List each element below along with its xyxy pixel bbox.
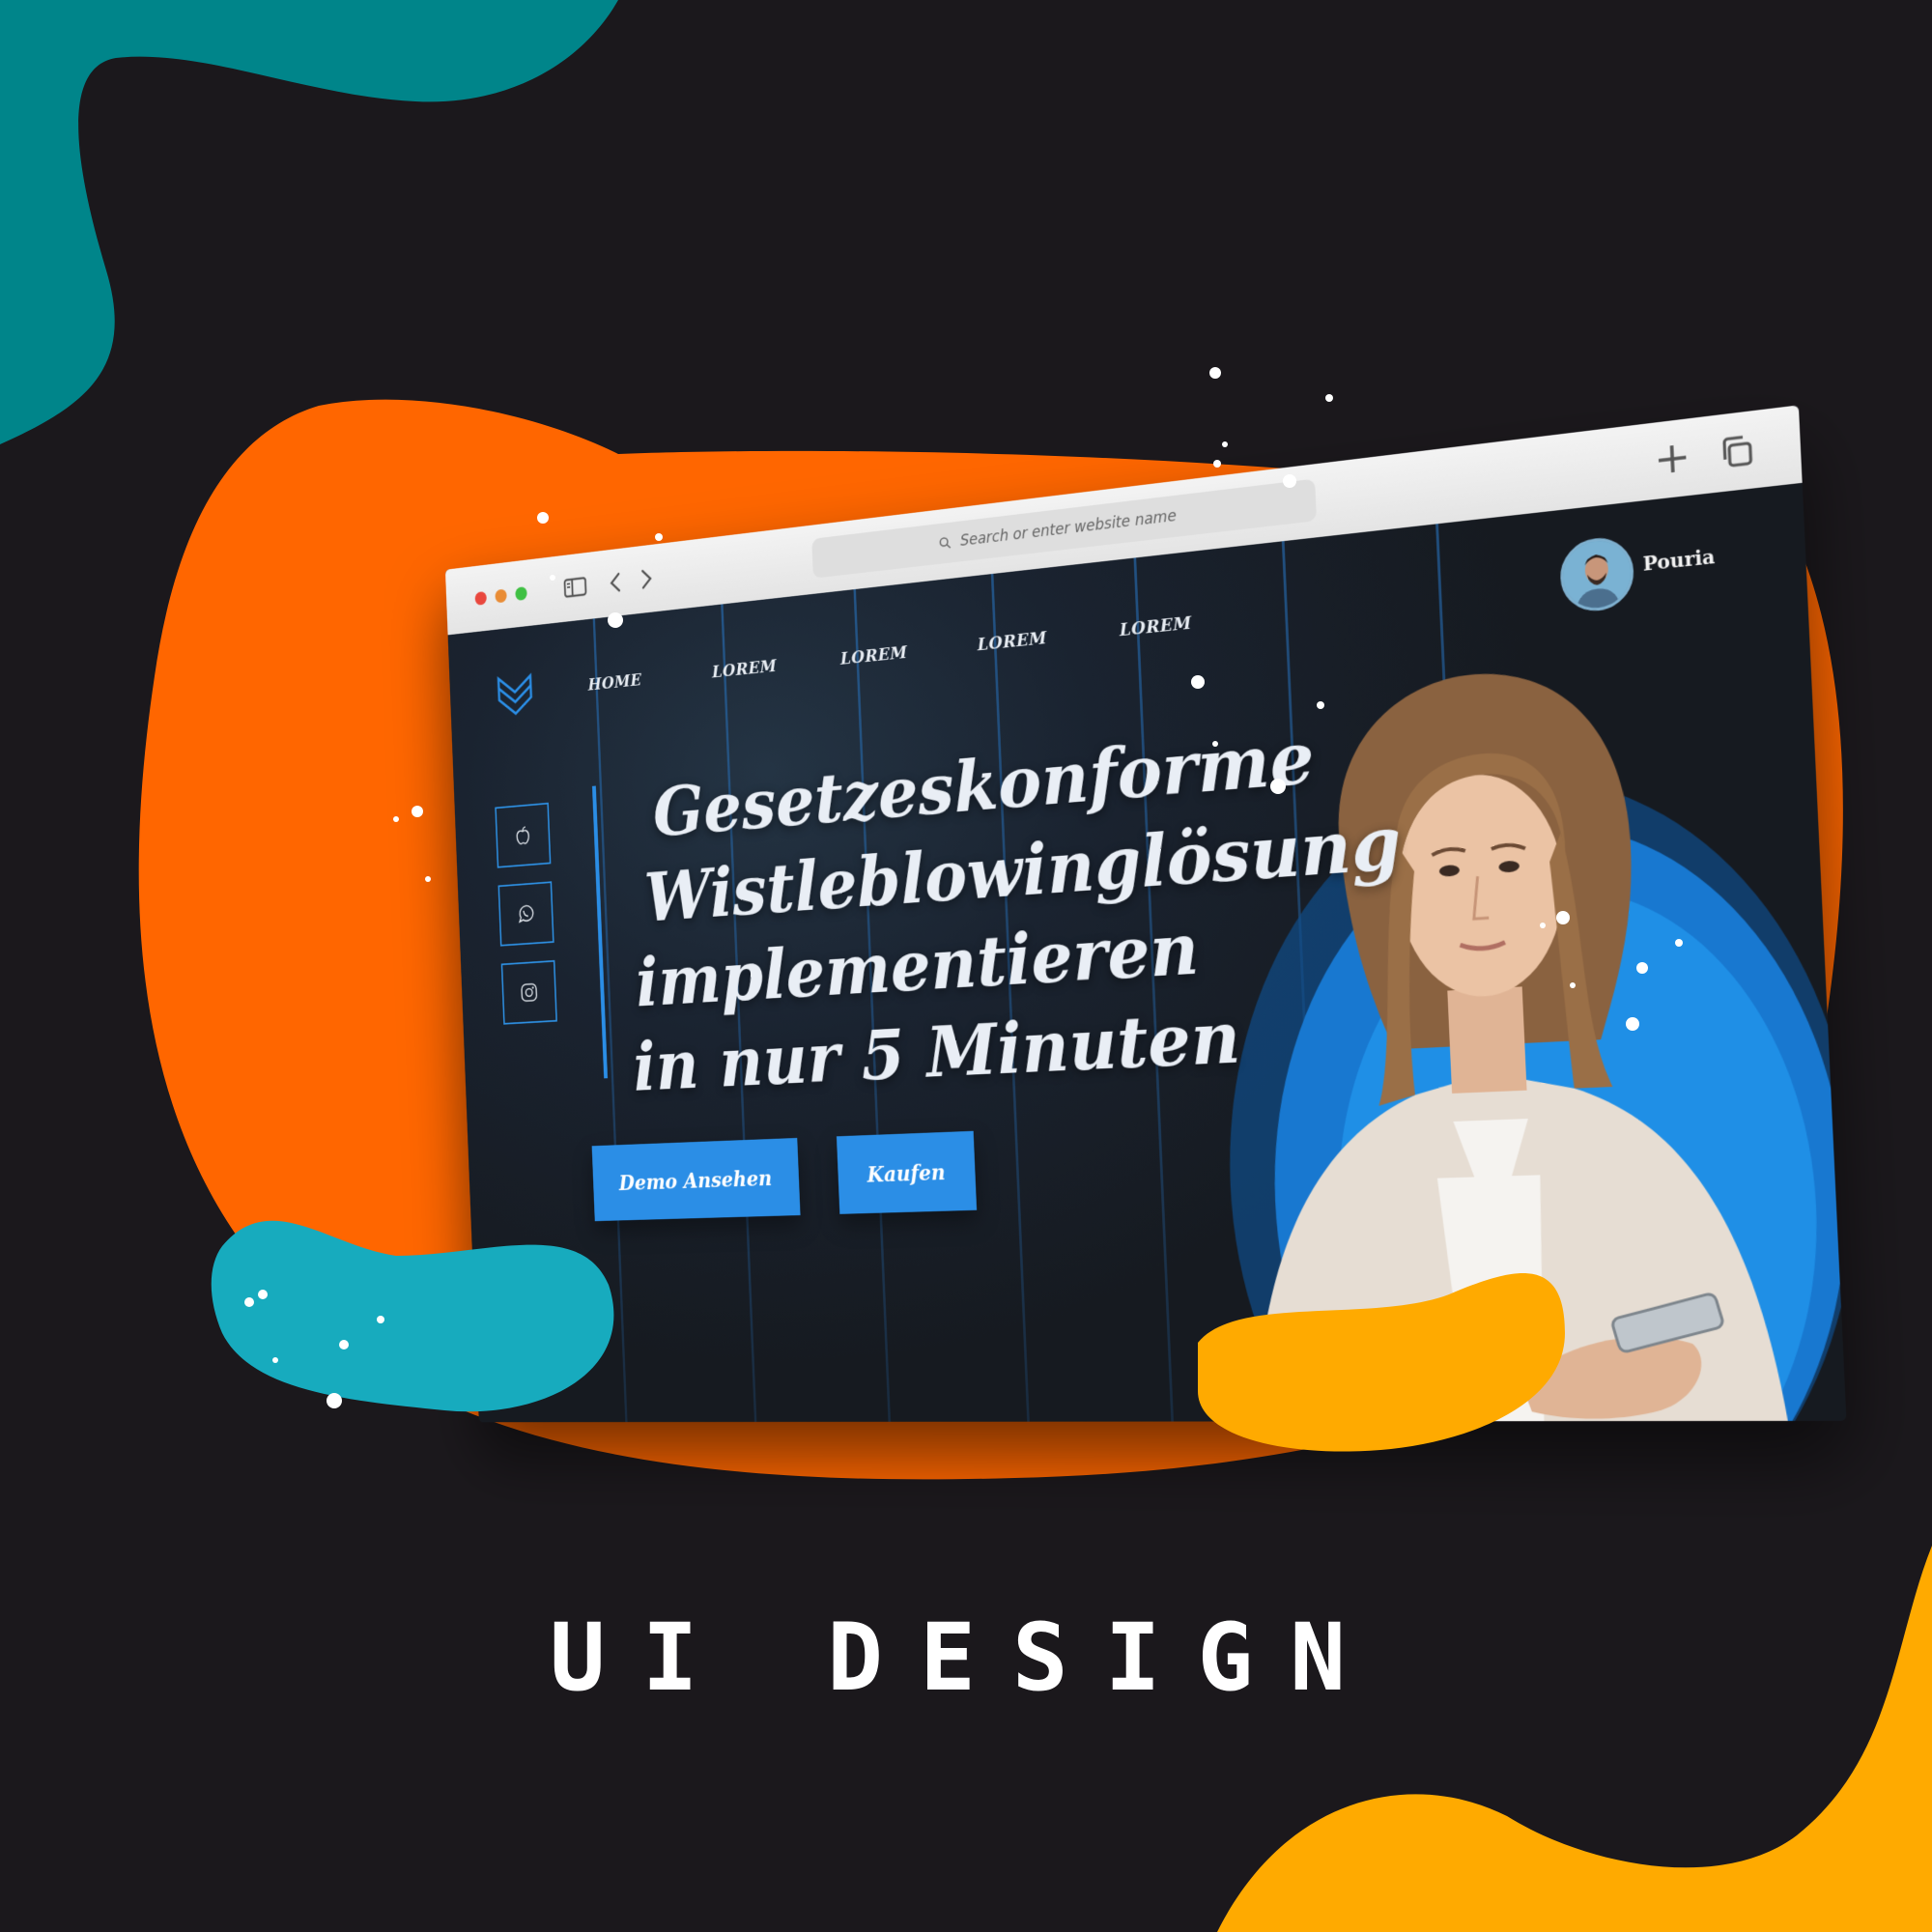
apple-icon <box>512 823 533 848</box>
nav-lorem-3[interactable]: LOREM <box>977 628 1047 654</box>
search-icon <box>939 535 952 551</box>
maximize-window-button[interactable] <box>515 586 527 601</box>
demo-button[interactable]: Demo Ansehen <box>592 1138 801 1221</box>
teal-blob <box>0 0 618 444</box>
whatsapp-link[interactable] <box>498 881 554 946</box>
whatsapp-icon <box>515 901 536 925</box>
buy-button[interactable]: Kaufen <box>837 1131 977 1214</box>
user-name[interactable]: Pouria <box>1642 545 1716 576</box>
nav-lorem-2[interactable]: LOREM <box>840 642 908 668</box>
instagram-link[interactable] <box>501 960 557 1025</box>
user-portrait-icon <box>1562 538 1633 611</box>
hero-headline: Gesetzeskonforme Wistleblowinglösung imp… <box>621 708 1378 1110</box>
sidebar-icon[interactable] <box>561 571 589 604</box>
forward-chevron-icon[interactable] <box>632 562 660 596</box>
back-chevron-icon[interactable] <box>602 566 630 599</box>
minimize-window-button[interactable] <box>495 588 506 603</box>
tabs-overview-icon[interactable] <box>1715 429 1758 474</box>
browser-window: Search or enter website name HOME LOREM … <box>445 405 1847 1422</box>
apple-link[interactable] <box>495 803 551 868</box>
nav-lorem-4[interactable]: LOREM <box>1120 613 1192 640</box>
nav-lorem-1[interactable]: LOREM <box>712 657 778 682</box>
close-window-button[interactable] <box>475 591 487 606</box>
instagram-icon <box>519 980 540 1005</box>
grid-line <box>593 618 628 1422</box>
address-bar-placeholder: Search or enter website name <box>960 507 1178 551</box>
caption-title: UI DESIGN <box>0 1604 1932 1712</box>
user-avatar[interactable] <box>1559 534 1635 614</box>
new-tab-plus-icon[interactable] <box>1651 437 1693 482</box>
website-page: HOME LOREM LOREM LOREM LOREM Pouria Gese… <box>448 483 1847 1422</box>
brand-logo-icon[interactable] <box>493 668 538 723</box>
